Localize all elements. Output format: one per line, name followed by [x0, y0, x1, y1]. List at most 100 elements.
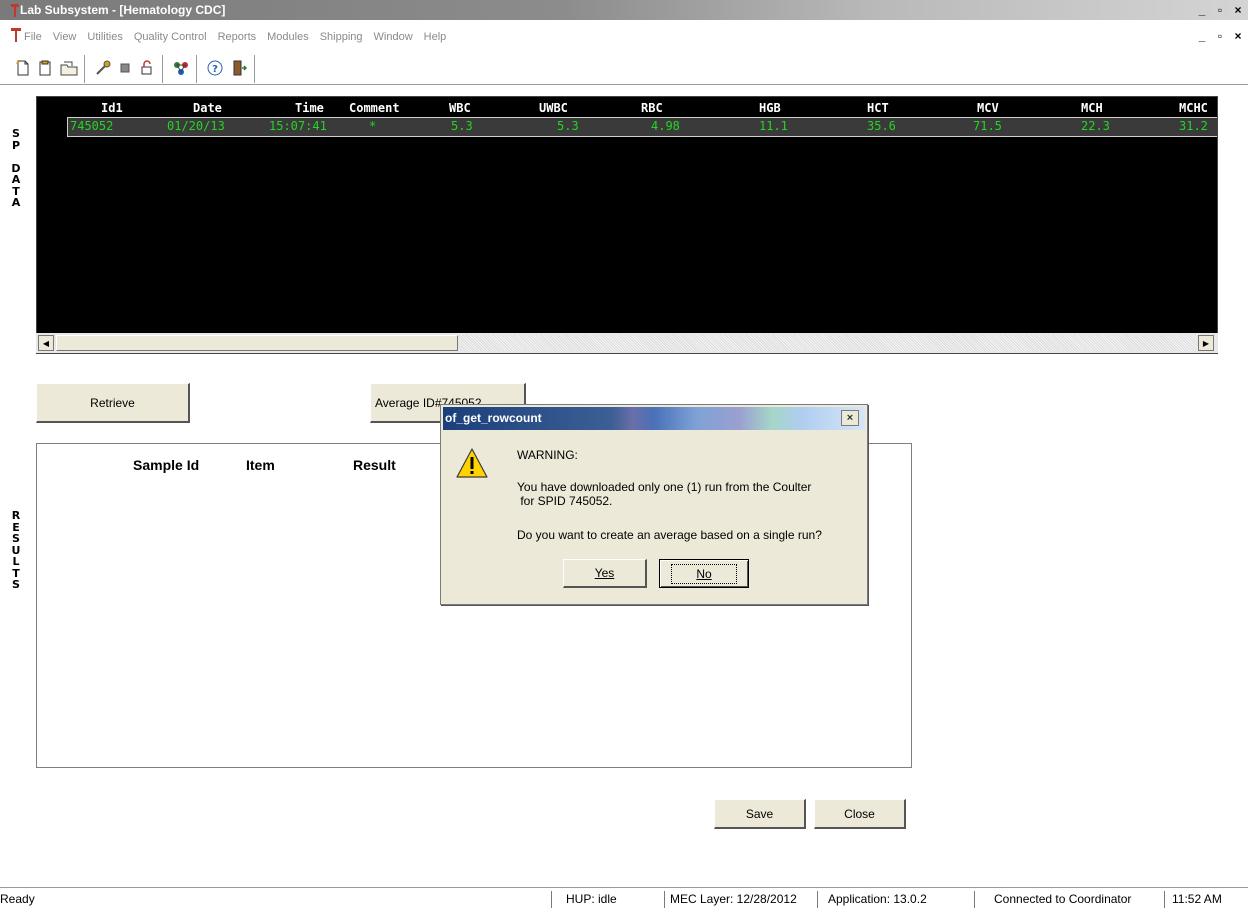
column-header-hgb[interactable]: HGB [759, 101, 781, 115]
child-close-button[interactable]: × [1230, 29, 1246, 43]
scroll-left-arrow-icon[interactable]: ◀ [38, 335, 54, 351]
column-header-mchc[interactable]: MCHC [1179, 101, 1208, 115]
side-letter: A [11, 173, 21, 186]
toolbar-divider [0, 84, 1248, 86]
menu-help[interactable]: Help [424, 31, 447, 43]
warning-dialog: of_get_rowcount × WARNING: You have down… [440, 404, 868, 605]
cell-hgb[interactable]: 11.1 [759, 119, 788, 133]
cell-mcv[interactable]: 71.5 [973, 119, 1002, 133]
app-menu-icon[interactable] [10, 27, 22, 43]
cell-uwbc[interactable]: 5.3 [557, 119, 579, 133]
retrieve-button[interactable]: Retrieve [36, 383, 190, 423]
new-document-icon[interactable] [12, 57, 34, 79]
app-icon [11, 4, 19, 17]
close-button-label: Close [844, 806, 875, 821]
dialog-message-line: You have downloaded only one (1) run fro… [517, 480, 812, 494]
yes-button[interactable]: Yes [563, 559, 647, 588]
unlock-icon[interactable] [136, 57, 158, 79]
dialog-title-bar[interactable]: of_get_rowcount × [443, 407, 865, 430]
status-separator [974, 891, 976, 908]
menu-view[interactable]: View [53, 31, 77, 43]
menu-bar: File View Utilities Quality Control Repo… [0, 27, 1248, 47]
retrieve-button-label: Retrieve [90, 395, 135, 410]
column-header-uwbc[interactable]: UWBC [539, 101, 568, 115]
cell-id1[interactable]: 745052 [70, 119, 113, 133]
child-maximize-button[interactable]: ▫ [1212, 29, 1228, 43]
status-clock: 11:52 AM [1172, 892, 1222, 906]
scroll-right-arrow-icon[interactable]: ▶ [1198, 335, 1214, 351]
status-separator [1164, 891, 1166, 908]
menu-file[interactable]: File [24, 31, 42, 43]
save-button[interactable]: Save [714, 799, 806, 829]
side-letter [10, 151, 22, 163]
side-letter: A [11, 196, 21, 209]
open-folder-icon[interactable] [58, 57, 80, 79]
side-letter: R [11, 509, 21, 522]
yes-button-label: Yes [594, 566, 615, 580]
scrollbar-thumb[interactable] [56, 335, 458, 351]
column-header-mcv[interactable]: MCV [977, 101, 999, 115]
cell-rbc[interactable]: 4.98 [651, 119, 680, 133]
status-connection: Connected to Coordinator [994, 892, 1132, 906]
results-side-label: R E S U L T S [10, 510, 22, 591]
table-row[interactable] [67, 117, 1217, 137]
cell-mchc[interactable]: 31.2 [1179, 119, 1208, 133]
close-window-button[interactable]: × [1230, 3, 1246, 17]
column-header-rbc[interactable]: RBC [641, 101, 663, 115]
cell-wbc[interactable]: 5.3 [451, 119, 473, 133]
grid-horizontal-scrollbar[interactable]: ◀ ▶ [36, 333, 1218, 353]
menu-utilities[interactable]: Utilities [87, 31, 122, 43]
exit-door-icon[interactable] [228, 57, 250, 79]
pipette-icon[interactable] [92, 57, 114, 79]
column-header-date[interactable]: Date [193, 101, 222, 115]
scrollbar-track[interactable] [458, 335, 1212, 351]
menu-window[interactable]: Window [374, 31, 413, 43]
cell-mch[interactable]: 22.3 [1081, 119, 1110, 133]
side-letter: P [11, 138, 21, 152]
help-icon[interactable]: ? [204, 57, 226, 79]
status-hup: HUP: idle [566, 892, 617, 906]
column-header-mch[interactable]: MCH [1081, 101, 1103, 115]
cell-hct[interactable]: 35.6 [867, 119, 896, 133]
status-separator [664, 891, 666, 908]
network-icon[interactable] [170, 57, 192, 79]
save-button-label: Save [745, 806, 774, 821]
maximize-button[interactable]: ▫ [1212, 3, 1228, 17]
column-header-id1[interactable]: Id1 [101, 101, 123, 115]
menu-quality-control[interactable]: Quality Control [134, 31, 207, 43]
toolbar: ? [10, 52, 1248, 83]
dialog-warning-heading: WARNING: [517, 448, 578, 462]
cell-comment[interactable]: * [369, 119, 376, 133]
no-button[interactable]: No [659, 559, 749, 588]
close-icon: × [846, 412, 854, 424]
column-header-comment[interactable]: Comment [349, 101, 400, 115]
menu-modules[interactable]: Modules [267, 31, 309, 43]
sp-data-grid[interactable]: Id1 Date Time Comment WBC UWBC RBC HGB H… [36, 96, 1218, 354]
cell-time[interactable]: 15:07:41 [269, 119, 327, 133]
column-header-wbc[interactable]: WBC [449, 101, 471, 115]
status-separator [551, 891, 553, 908]
dialog-close-button[interactable]: × [841, 410, 859, 426]
status-application: Application: 13.0.2 [828, 892, 927, 906]
column-header-time[interactable]: Time [295, 101, 324, 115]
warning-icon [456, 448, 488, 478]
cell-date[interactable]: 01/20/13 [167, 119, 225, 133]
toolbar-separator [84, 55, 86, 83]
close-button[interactable]: Close [814, 799, 906, 829]
dialog-message-line: for SPID 745052. [517, 494, 613, 508]
clipboard-icon[interactable] [34, 57, 56, 79]
column-header-result: Result [353, 457, 396, 473]
status-separator [817, 891, 819, 908]
column-header-hct[interactable]: HCT [867, 101, 889, 115]
minimize-button[interactable]: _ [1194, 3, 1210, 17]
stop-icon[interactable] [114, 57, 136, 79]
side-letter: L [12, 555, 20, 568]
toolbar-separator [196, 55, 198, 83]
status-bar: Ready HUP: idle MEC Layer: 12/28/2012 Ap… [0, 887, 1248, 909]
menu-shipping[interactable]: Shipping [320, 31, 363, 43]
sp-data-side-label: S P D A T A [10, 128, 22, 209]
menu-reports[interactable]: Reports [218, 31, 257, 43]
column-header-item: Item [246, 457, 275, 473]
child-minimize-button[interactable]: _ [1194, 29, 1210, 43]
toolbar-separator [254, 55, 256, 83]
